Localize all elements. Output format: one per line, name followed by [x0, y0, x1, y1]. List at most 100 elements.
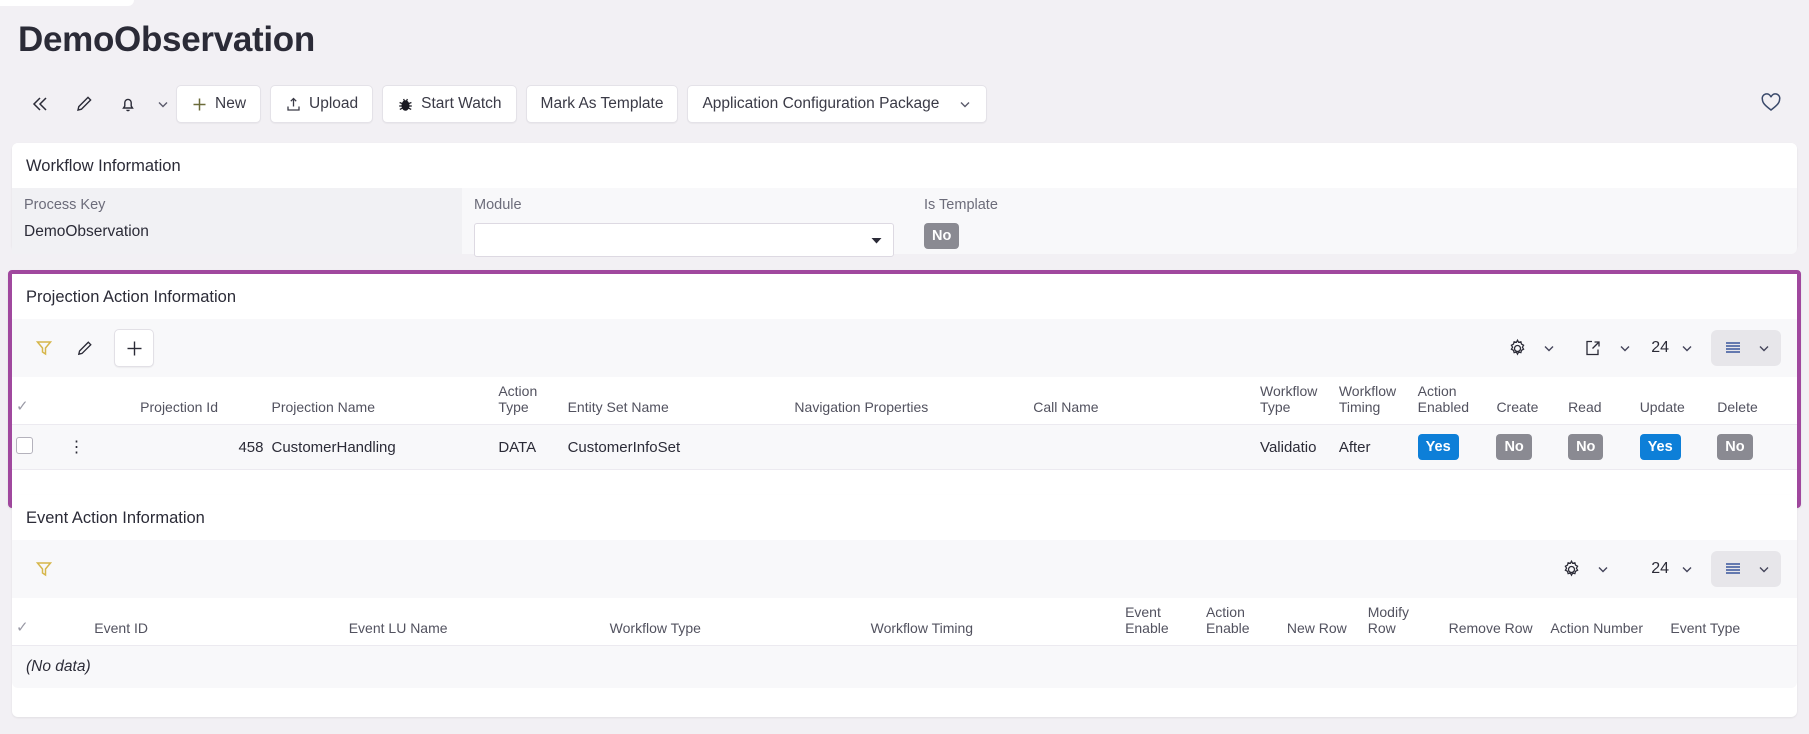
projection-export-dropdown[interactable]	[1613, 333, 1637, 363]
collapse-button[interactable]	[18, 84, 62, 124]
projection-export-button[interactable]	[1575, 331, 1611, 365]
event-remove-row-header[interactable]: Remove Row	[1445, 598, 1547, 646]
entity-set-name-header[interactable]: Entity Set Name	[564, 377, 791, 425]
notification-button[interactable]	[106, 84, 150, 124]
event-view-mode-button[interactable]	[1711, 551, 1781, 587]
action-type-header[interactable]: Action Type	[494, 377, 563, 425]
action-enabled-badge: Yes	[1418, 434, 1459, 460]
filter-icon	[34, 559, 54, 579]
read-header[interactable]: Read	[1564, 377, 1636, 425]
new-button-label: New	[215, 95, 246, 113]
event-settings-button[interactable]	[1553, 552, 1589, 586]
edit-button[interactable]	[62, 84, 106, 124]
event-action-title: Event Action Information	[12, 495, 1797, 540]
check-icon: ✓	[16, 619, 29, 636]
projection-add-button[interactable]	[114, 329, 154, 367]
workflow-information-title: Workflow Information	[12, 143, 1797, 188]
export-icon	[1583, 338, 1603, 358]
favorite-button[interactable]	[1755, 86, 1787, 118]
upload-button[interactable]: Upload	[270, 85, 373, 123]
update-header[interactable]: Update	[1636, 377, 1714, 425]
projection-page-size[interactable]: 24	[1639, 339, 1673, 357]
chevron-down-icon	[1680, 341, 1694, 355]
event-new-row-header[interactable]: New Row	[1283, 598, 1364, 646]
projection-view-mode-button[interactable]	[1711, 330, 1781, 366]
cell-action-enabled: Yes	[1414, 425, 1493, 470]
event-modify-row-header[interactable]: Modify Row	[1364, 598, 1445, 646]
row-menu-cell[interactable]: ⋮	[65, 425, 137, 470]
row-checkbox[interactable]	[16, 437, 33, 454]
kebab-menu-icon[interactable]: ⋮	[69, 439, 85, 456]
application-configuration-package-button[interactable]: Application Configuration Package	[687, 85, 987, 123]
projection-grid-toolbar: 24	[12, 319, 1797, 377]
row-select-checkbox-cell[interactable]	[12, 425, 65, 470]
event-select-all-header[interactable]: ✓	[12, 598, 90, 646]
workflow-timing-header[interactable]: Workflow Timing	[1335, 377, 1414, 425]
event-filter-button[interactable]	[26, 552, 62, 586]
module-field: Module	[462, 188, 912, 254]
gear-icon	[1507, 338, 1528, 359]
event-action-enable-header[interactable]: Action Enable	[1202, 598, 1283, 646]
page-toolbar: New Upload Sta	[18, 82, 1791, 126]
chevron-down-icon	[870, 234, 883, 247]
projection-id-header[interactable]: Projection Id	[136, 377, 267, 425]
mark-as-template-button[interactable]: Mark As Template	[526, 85, 679, 123]
workflow-information-body: Process Key DemoObservation Module Is Te…	[12, 188, 1797, 254]
chevron-down-icon	[156, 97, 170, 111]
chevron-down-icon	[1596, 562, 1610, 576]
list-rows-icon	[1715, 340, 1751, 356]
projection-settings-dropdown[interactable]	[1537, 333, 1561, 363]
projection-page-size-dropdown[interactable]	[1675, 333, 1699, 363]
projection-name-header[interactable]: Projection Name	[267, 377, 494, 425]
event-workflow-type-header[interactable]: Workflow Type	[606, 598, 867, 646]
new-button[interactable]: New	[176, 85, 261, 123]
projection-select-all-header[interactable]: ✓	[12, 377, 65, 425]
event-table-header-row: ✓ Event ID Event LU Name Workflow Type W…	[12, 598, 1797, 646]
event-id-header[interactable]: Event ID	[90, 598, 344, 646]
upload-button-label: Upload	[309, 95, 358, 113]
workflow-information-card: Workflow Information Process Key DemoObs…	[12, 143, 1797, 251]
cell-action-type: DATA	[494, 425, 563, 470]
chevron-down-icon	[1751, 562, 1777, 576]
application-configuration-package-label: Application Configuration Package	[702, 95, 939, 113]
projection-edit-button[interactable]	[66, 331, 102, 365]
table-row[interactable]: ⋮ 458 CustomerHandling DATA CustomerInfo…	[12, 425, 1797, 470]
is-template-label: Is Template	[924, 197, 1230, 213]
pencil-icon	[75, 339, 94, 358]
module-select[interactable]	[474, 223, 894, 257]
process-key-field: Process Key DemoObservation	[12, 188, 462, 254]
upload-icon	[285, 96, 302, 113]
navigation-properties-header[interactable]: Navigation Properties	[790, 377, 1029, 425]
delete-header[interactable]: Delete	[1713, 377, 1797, 425]
chevron-down-icon	[1542, 341, 1556, 355]
event-action-number-header[interactable]: Action Number	[1546, 598, 1666, 646]
page-title: DemoObservation	[18, 22, 315, 57]
bell-icon	[118, 94, 138, 114]
notification-dropdown-button[interactable]	[150, 84, 176, 124]
cell-read: No	[1564, 425, 1636, 470]
projection-table-header-row: ✓ Projection Id Projection Name Action T…	[12, 377, 1797, 425]
action-enabled-header[interactable]: Action Enabled	[1414, 377, 1493, 425]
bug-icon	[397, 96, 414, 113]
event-page-size-dropdown[interactable]	[1675, 554, 1699, 584]
cell-create: No	[1492, 425, 1564, 470]
event-action-information-card: Event Action Information	[12, 495, 1797, 717]
workflow-type-header[interactable]: Workflow Type	[1256, 377, 1335, 425]
projection-action-information-card: Projection Action Information	[8, 270, 1801, 508]
create-badge: No	[1496, 434, 1531, 460]
call-name-header[interactable]: Call Name	[1029, 377, 1256, 425]
projection-filter-button[interactable]	[26, 331, 62, 365]
start-watch-button[interactable]: Start Watch	[382, 85, 516, 123]
create-header[interactable]: Create	[1492, 377, 1564, 425]
projection-settings-button[interactable]	[1499, 331, 1535, 365]
check-icon: ✓	[16, 398, 29, 415]
is-template-field: Is Template No	[912, 188, 1242, 254]
cell-projection-id: 458	[136, 425, 267, 470]
app-page: DemoObservation	[0, 0, 1809, 734]
event-workflow-timing-header[interactable]: Workflow Timing	[867, 598, 1121, 646]
event-type-header[interactable]: Event Type	[1666, 598, 1797, 646]
event-page-size[interactable]: 24	[1617, 560, 1673, 578]
event-lu-name-header[interactable]: Event LU Name	[345, 598, 606, 646]
event-settings-dropdown[interactable]	[1591, 554, 1615, 584]
event-enable-header[interactable]: Event Enable	[1121, 598, 1202, 646]
